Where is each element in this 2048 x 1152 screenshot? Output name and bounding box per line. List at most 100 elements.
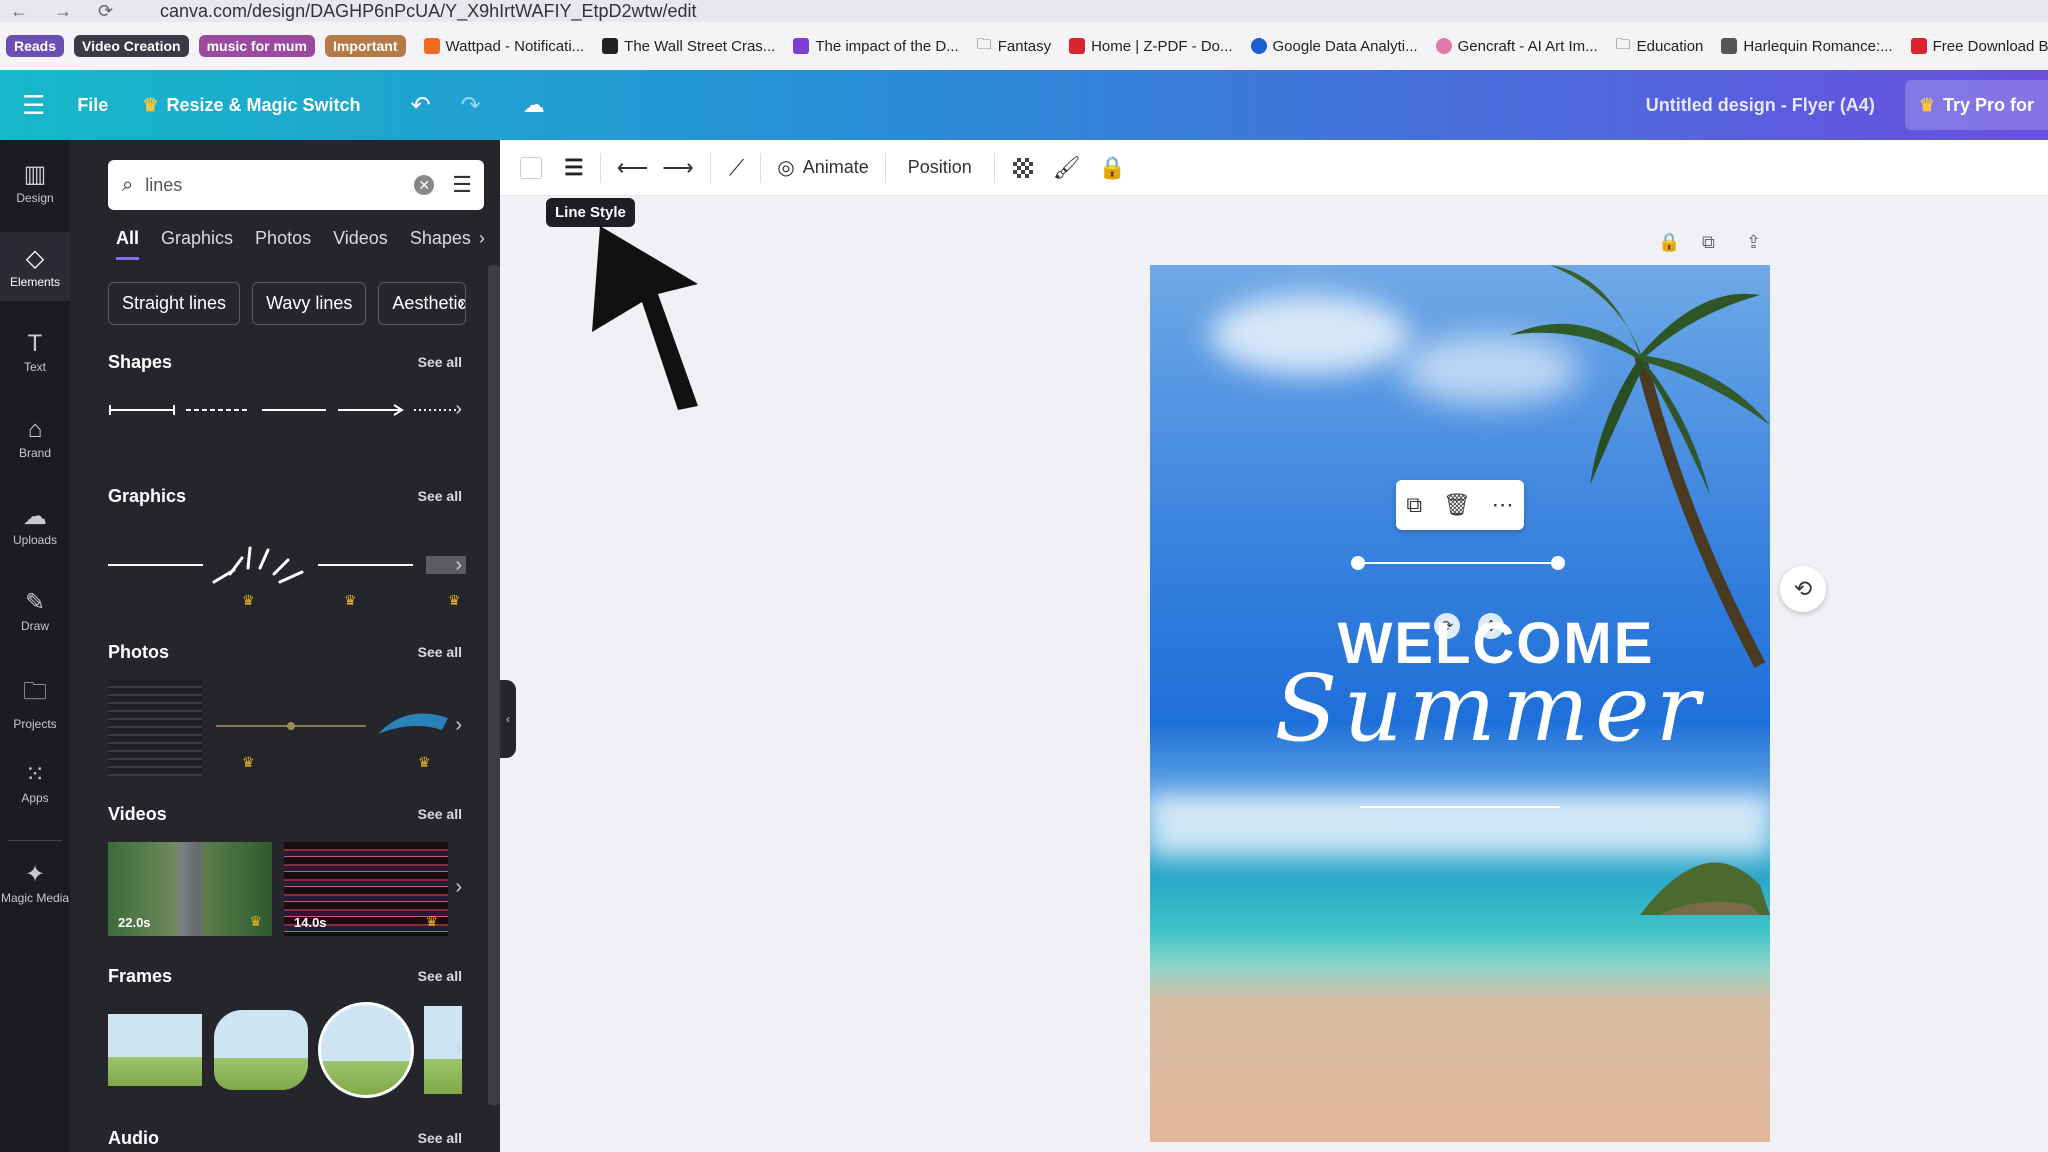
rail-item-projects[interactable]: 🗀 Projects [0, 674, 70, 731]
redo-icon[interactable]: ↷ [461, 91, 481, 120]
line-type-icon[interactable]: ⟋ [729, 155, 744, 181]
zpdf-icon [1069, 38, 1086, 54]
chevron-right-icon[interactable]: › [455, 714, 462, 737]
design-title[interactable]: Untitled design - Flyer (A4) [1646, 95, 1875, 116]
try-pro-button[interactable]: ♛ Try Pro for [1904, 80, 2048, 130]
summer-script-text[interactable]: Summer [1210, 655, 1770, 762]
bookmark-item[interactable]: Free Download Boo [1910, 38, 2048, 55]
cloud [1210, 295, 1410, 375]
bookmark-item[interactable]: 🗀 Fantasy [977, 34, 1051, 59]
bookmark-important[interactable]: Important [324, 35, 406, 57]
line-shape-arrow[interactable] [338, 404, 404, 416]
bookmark-music-for-mum[interactable]: music for mum [198, 35, 315, 57]
reload-icon[interactable]: ⟳ [98, 1, 113, 22]
rail-item-elements[interactable]: ◇ Elements [0, 232, 70, 301]
undo-icon[interactable]: ↶ [411, 91, 431, 120]
frame-rectangle[interactable] [108, 1014, 202, 1086]
search-input[interactable]: lines [145, 175, 414, 196]
chevron-right-icon[interactable]: › [458, 292, 465, 315]
copy-style-icon[interactable]: 🖌 [1053, 155, 1081, 181]
more-options-icon[interactable]: ⋯ [1492, 492, 1514, 518]
clear-search-icon[interactable]: ✕ [414, 175, 435, 195]
chevron-right-icon[interactable]: › [455, 1038, 462, 1061]
design-canvas-poster[interactable]: ⟳ ✥ WELCOME Summer [1150, 265, 1770, 1142]
tab-photos[interactable]: Photos [255, 228, 311, 260]
bookmark-item[interactable]: Google Data Analyti... [1250, 38, 1418, 55]
search-box[interactable]: ⌕ lines ✕ ☰ [108, 160, 484, 210]
tab-shapes[interactable]: Shapes [410, 228, 471, 260]
line-style-button[interactable]: ☰ [564, 155, 584, 181]
line-start-icon[interactable]: ⟵ [617, 155, 649, 181]
lock-page-icon[interactable]: 🔒 [1658, 232, 1680, 253]
magic-refresh-icon[interactable]: ⟲ [1780, 566, 1826, 612]
chevron-right-icon[interactable]: › [455, 554, 462, 577]
chevron-right-icon[interactable]: › [455, 398, 462, 421]
rail-item-brand[interactable]: ⌂ Brand [0, 416, 70, 460]
see-all-shapes[interactable]: See all [418, 354, 462, 370]
photos-row [216, 713, 448, 734]
file-menu-button[interactable]: File [77, 95, 108, 116]
rail-item-draw[interactable]: ✎ Draw [0, 588, 70, 633]
chip-aesthetic[interactable]: Aesthetic [378, 282, 467, 325]
animate-button[interactable]: ◎ Animate [777, 155, 869, 180]
bookmark-item[interactable]: The impact of the D... [793, 38, 959, 55]
rail-item-magic-media[interactable]: ✦ Magic Media [0, 860, 70, 905]
tab-graphics[interactable]: Graphics [161, 228, 233, 260]
selected-line-element[interactable] [1351, 556, 1565, 570]
see-all-audio[interactable]: See all [418, 1130, 462, 1146]
add-page-icon[interactable]: ⇪ [1746, 232, 1761, 253]
rail-item-design[interactable]: ▥ Design [0, 160, 70, 205]
transparency-icon[interactable] [1012, 157, 1033, 178]
line-shape-end-caps[interactable] [109, 405, 175, 415]
see-all-photos[interactable]: See all [418, 644, 462, 660]
divider-line-element[interactable] [1360, 806, 1560, 808]
bookmark-item[interactable]: 🗀 Education [1616, 34, 1704, 59]
lock-icon[interactable]: 🔒 [1099, 155, 1126, 181]
chip-straight-lines[interactable]: Straight lines [108, 282, 241, 325]
rail-item-uploads[interactable]: ☁ Uploads [0, 502, 70, 547]
rail-item-text[interactable]: T Text [0, 330, 70, 374]
see-all-videos[interactable]: See all [418, 806, 462, 822]
filter-icon[interactable]: ☰ [452, 172, 472, 198]
frame-circle[interactable] [318, 1002, 414, 1098]
bookmark-video-creation[interactable]: Video Creation [74, 35, 189, 57]
tab-all[interactable]: All [116, 228, 140, 260]
duplicate-icon[interactable]: ⧉ [1406, 492, 1422, 518]
line-end-icon[interactable]: ⟶ [662, 155, 694, 181]
bookmark-item[interactable]: Home | Z-PDF - Do... [1069, 38, 1233, 55]
collapse-panel-handle[interactable]: ‹ [500, 680, 516, 758]
frame-blob[interactable] [214, 1010, 308, 1090]
duplicate-page-icon[interactable]: ⧉ [1702, 232, 1715, 253]
rail-item-apps[interactable]: ⁙ Apps [0, 760, 70, 805]
see-all-graphics[interactable]: See all [418, 488, 462, 504]
chevron-right-icon[interactable]: › [479, 228, 485, 260]
trash-icon[interactable]: 🗑 [1443, 492, 1471, 518]
toolbar-divider [760, 152, 762, 183]
line-color-swatch[interactable] [520, 156, 542, 179]
section-title-photos: Photos [108, 642, 169, 662]
url-text[interactable]: canva.com/design/DAGHP6nPcUA/Y_X9hIrtWAF… [160, 1, 697, 22]
line-handle-end[interactable] [1551, 556, 1565, 570]
back-icon[interactable]: ← [10, 1, 28, 22]
chip-wavy-lines[interactable]: Wavy lines [252, 282, 367, 325]
panel-scrollbar[interactable] [488, 265, 500, 1105]
graphic-sunburst[interactable] [212, 546, 304, 584]
forward-icon[interactable]: → [54, 1, 72, 22]
see-all-frames[interactable]: See all [418, 968, 462, 984]
cloud-saved-icon[interactable]: ☁ [523, 92, 545, 118]
line-handle-start[interactable] [1351, 556, 1365, 570]
chevron-right-icon[interactable]: › [455, 876, 462, 899]
tab-videos[interactable]: Videos [333, 228, 388, 260]
position-button[interactable]: Position [908, 157, 972, 178]
bookmark-reads[interactable]: Reads [6, 35, 65, 57]
bookmark-item[interactable]: Wattpad - Notificati... [423, 38, 584, 55]
resize-magic-switch-button[interactable]: ♛ Resize & Magic Switch [142, 95, 360, 116]
photo-blue-wave[interactable] [378, 713, 448, 734]
video-thumbnail-light-streaks[interactable]: 14.0s ♛ [284, 842, 448, 936]
photo-thumbnail[interactable] [108, 680, 202, 776]
hamburger-menu-icon[interactable]: ☰ [22, 90, 45, 121]
bookmark-item[interactable]: The Wall Street Cras... [602, 38, 775, 55]
bookmark-item[interactable]: Harlequin Romance:... [1721, 38, 1893, 55]
bookmark-item[interactable]: Gencraft - AI Art Im... [1435, 38, 1598, 55]
video-thumbnail-road[interactable]: 22.0s ♛ [108, 842, 272, 936]
